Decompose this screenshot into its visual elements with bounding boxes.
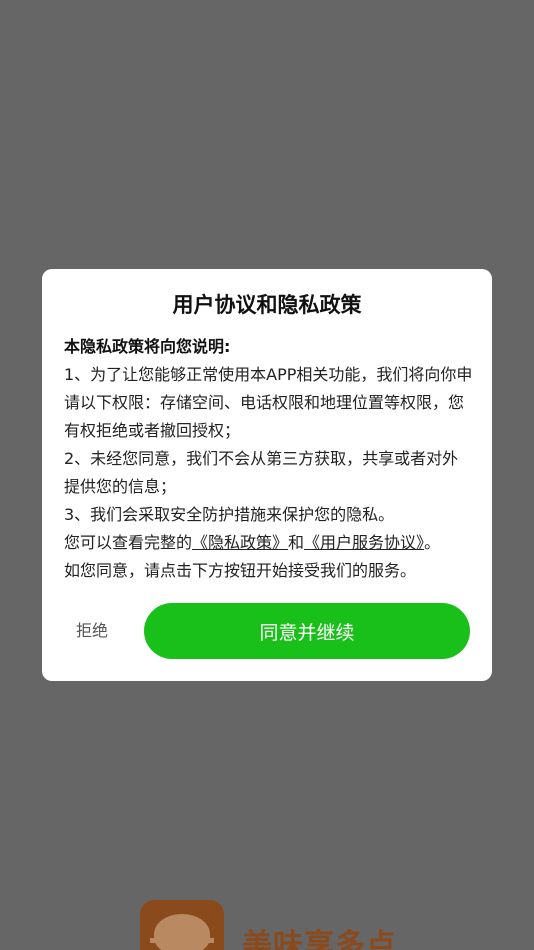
privacy-policy-link[interactable]: 《隐私政策》 [192,533,288,552]
dialog-intro: 本隐私政策将向您说明: [64,337,231,356]
policy-item-3: 3、我们会采取安全防护措施来保护您的隐私。 [64,505,395,524]
reject-button[interactable]: 拒绝 [76,617,108,641]
policy-item-1: 1、为了让您能够正常使用本APP相关功能，我们将向你申请以下权限：存储空间、电话… [64,365,473,440]
view-prefix: 您可以查看完整的 [64,533,193,552]
screen: 美味享多点 用户协议和隐私政策 本隐私政策将向您说明: 1、为了让您能够正常使用… [0,0,534,950]
app-logo-icon [140,900,224,950]
consent-line: 如您同意，请点击下方按钮开始接受我们的服务。 [64,561,417,580]
user-service-agreement-link[interactable]: 《用户服务协议》 [304,533,424,552]
agree-and-continue-button[interactable]: 同意并继续 [144,603,470,659]
logo-face-shape [154,914,210,950]
splash-app-name: 美味享多点 [242,928,397,950]
dialog-body: 本隐私政策将向您说明: 1、为了让您能够正常使用本APP相关功能，我们将向你申请… [64,333,474,585]
dialog-actions: 拒绝 同意并继续 [42,603,492,659]
privacy-dialog: 用户协议和隐私政策 本隐私政策将向您说明: 1、为了让您能够正常使用本APP相关… [42,269,492,681]
policy-item-2: 2、未经您同意，我们不会从第三方获取，共享或者对外提供您的信息； [64,449,459,496]
and-text: 和 [288,533,305,552]
dialog-title: 用户协议和隐私政策 [172,293,362,317]
view-full-policies-line: 您可以查看完整的《隐私政策》和《用户服务协议》。 [64,529,474,557]
logo-bar-shape [150,938,214,943]
period-text: 。 [424,533,441,552]
